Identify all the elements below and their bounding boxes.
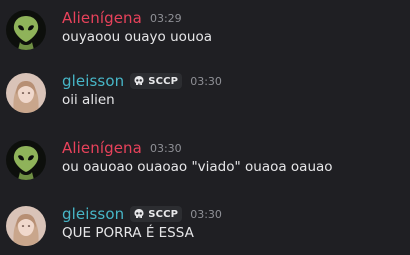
username[interactable]: Alienígena [62,9,142,27]
username[interactable]: Alienígena [62,139,142,157]
message-header: gleisson SCCP 03:30 [62,71,222,91]
chat-message: Alienígena 03:29 ouyaoou ouayo uouoa [0,8,410,58]
alien-avatar[interactable] [6,10,46,50]
skull-icon [134,76,144,85]
girl-photo-icon [6,206,46,246]
skull-icon [134,209,144,218]
server-tag-label: SCCP [148,208,179,220]
message-text: QUE PORRA É ESSA [62,225,194,241]
alien-icon [6,140,46,180]
server-tag-label: SCCP [148,75,179,87]
chat-message: Alienígena 03:30 ou oauoao ouaoao "viado… [0,138,410,188]
chat-message: gleisson SCCP 03:30 oii alien [0,71,410,121]
message-text: ou oauoao ouaoao "viado" ouaoa oauao [62,159,333,175]
timestamp: 03:30 [190,207,222,221]
username[interactable]: gleisson [62,205,124,223]
girl-photo-icon [6,73,46,113]
chat-message-list: Alienígena 03:29 ouyaoou ouayo uouoa gle… [0,0,410,255]
message-header: Alienígena 03:30 [62,138,182,158]
message-header: gleisson SCCP 03:30 [62,204,222,224]
message-text: oii alien [62,92,115,108]
server-tag[interactable]: SCCP [130,206,183,222]
server-tag[interactable]: SCCP [130,73,183,89]
alien-icon [6,10,46,50]
message-text: ouyaoou ouayo uouoa [62,29,212,45]
timestamp: 03:30 [190,74,222,88]
timestamp: 03:30 [149,141,182,155]
girl-avatar[interactable] [6,206,46,246]
timestamp: 03:29 [149,11,182,25]
message-header: Alienígena 03:29 [62,8,182,28]
username[interactable]: gleisson [62,72,124,90]
girl-avatar[interactable] [6,73,46,113]
chat-message: gleisson SCCP 03:30 QUE PORRA É ESSA [0,204,410,254]
alien-avatar[interactable] [6,140,46,180]
